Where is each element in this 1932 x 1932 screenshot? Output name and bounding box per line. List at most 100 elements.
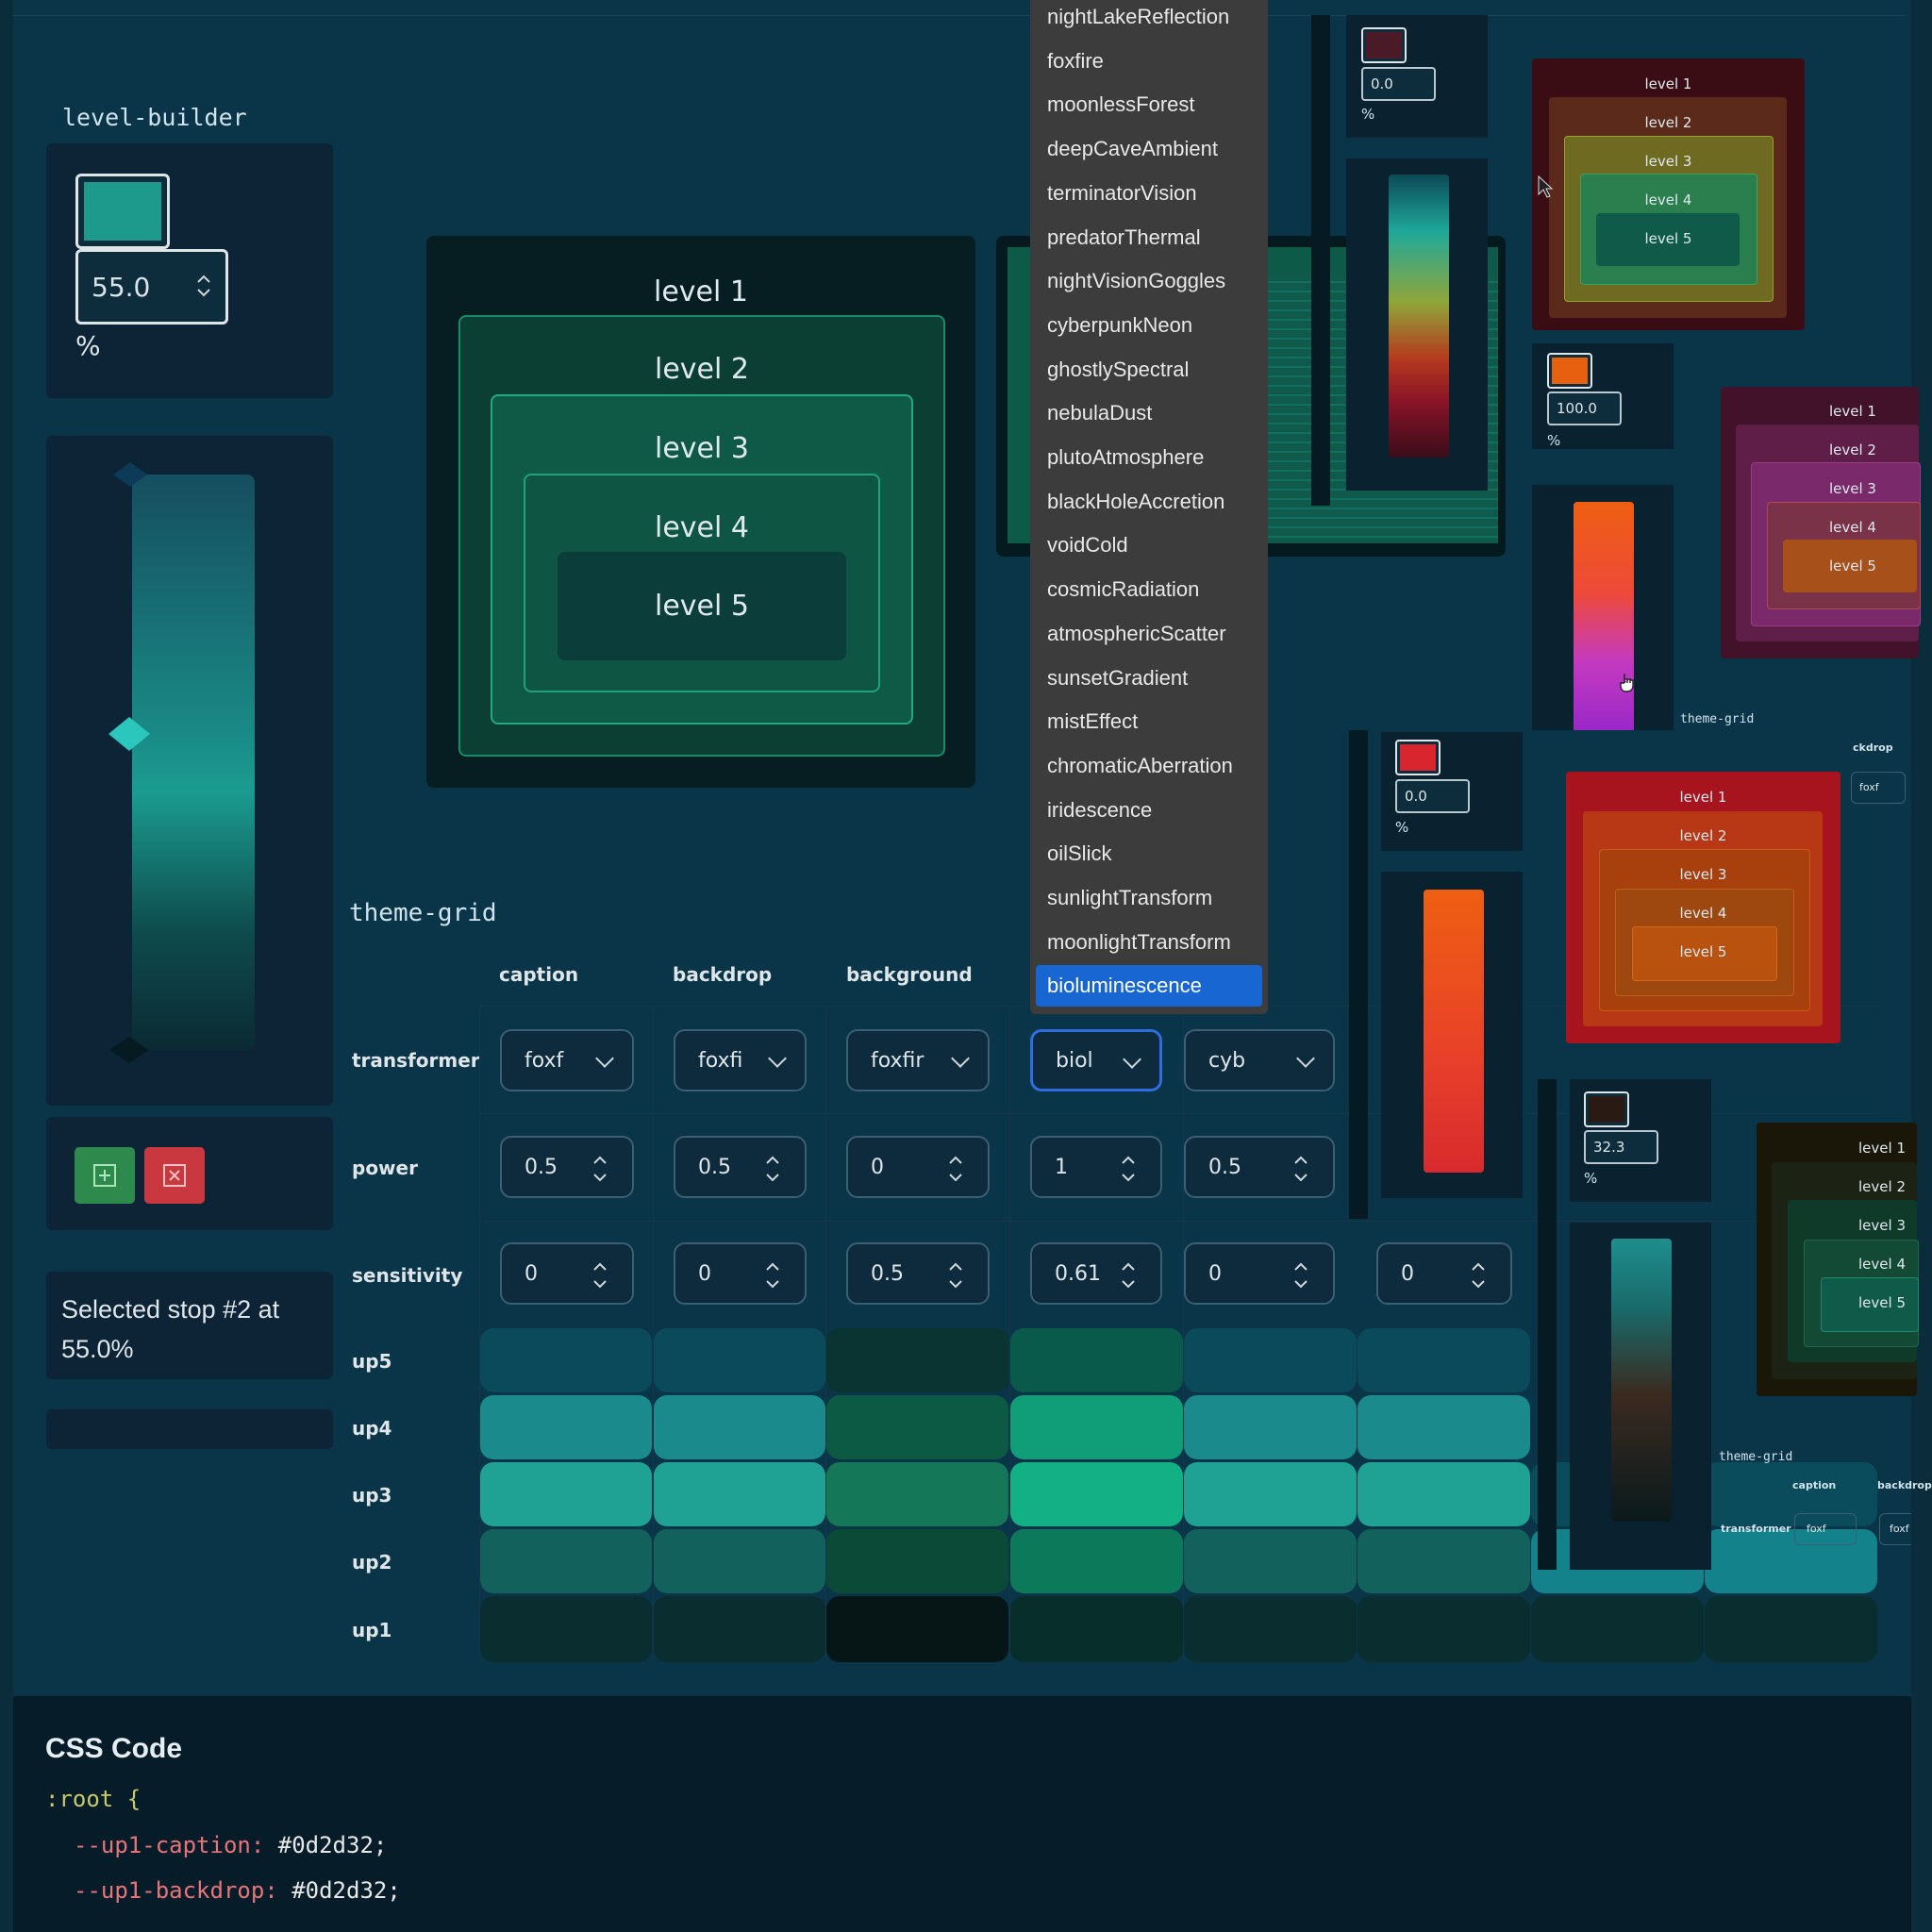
color-cell[interactable] [1184,1529,1357,1593]
dropdown-option[interactable]: cosmicRadiation [1047,577,1199,602]
sensitivity-input-background[interactable]: 0.5 [846,1242,990,1305]
color-cell[interactable] [480,1328,652,1392]
stepper-icon[interactable] [765,1150,780,1188]
color-cell[interactable] [654,1462,825,1526]
mini-gradient-bar[interactable] [1424,890,1484,1173]
color-cell[interactable] [654,1328,825,1392]
color-cell[interactable] [1184,1462,1357,1526]
color-cell[interactable] [480,1395,652,1459]
dropdown-option[interactable]: atmosphericScatter [1047,622,1226,646]
dropdown-option[interactable]: mistEffect [1047,709,1138,734]
color-cell[interactable] [1357,1395,1530,1459]
color-cell[interactable] [654,1596,825,1662]
color-cell[interactable] [1357,1328,1530,1392]
dropdown-option[interactable]: nightLakeReflection [1047,5,1229,29]
mini-transformer-select[interactable]: foxf [1879,1513,1911,1545]
color-cell[interactable] [1010,1395,1183,1459]
power-input-caption[interactable]: 0.5 [500,1136,634,1198]
mini-position-input[interactable]: 100.0 [1547,391,1622,425]
delete-stop-button[interactable] [144,1147,205,1204]
mini-color-swatch[interactable] [1361,27,1407,63]
color-cell[interactable] [1357,1596,1530,1662]
dropdown-option[interactable]: bioluminescence [1047,974,1202,998]
color-cell[interactable] [826,1529,1008,1593]
transformer-select-backdrop[interactable]: foxfi [674,1029,807,1091]
color-cell[interactable] [1357,1529,1530,1593]
stepper-icon[interactable] [1471,1257,1486,1294]
stop-position-input[interactable]: 55.0 [75,249,228,325]
stepper-icon[interactable] [1121,1257,1136,1294]
dropdown-option[interactable]: ghostlySpectral [1047,358,1189,382]
stepper-icon[interactable] [765,1257,780,1294]
mini-gradient-bar[interactable] [1611,1239,1672,1522]
stepper-icon[interactable] [195,272,212,302]
gradient-stop-handle-selected[interactable] [107,715,152,757]
dropdown-option[interactable]: foxfire [1047,49,1104,74]
stepper-icon[interactable] [1293,1150,1308,1188]
dropdown-option[interactable]: deepCaveAmbient [1047,137,1218,161]
mini-color-swatch[interactable] [1395,740,1441,775]
gradient-stop-handle[interactable] [111,460,149,492]
mini-transformer-select[interactable]: foxf [1851,772,1906,804]
color-cell[interactable] [1357,1462,1530,1526]
sensitivity-input-6[interactable]: 0 [1376,1242,1512,1305]
color-cell[interactable] [1184,1596,1357,1662]
color-cell[interactable] [480,1529,652,1593]
dropdown-option[interactable]: terminatorVision [1047,181,1197,206]
dropdown-option[interactable]: predatorThermal [1047,225,1201,250]
power-input-backdrop[interactable]: 0.5 [674,1136,807,1198]
power-input-background[interactable]: 0 [846,1136,990,1198]
dropdown-option[interactable]: sunlightTransform [1047,886,1212,910]
dropdown-option[interactable]: cyberpunkNeon [1047,313,1192,338]
color-cell[interactable] [1184,1395,1357,1459]
stepper-icon[interactable] [1293,1257,1308,1294]
dropdown-option[interactable]: nightVisionGoggles [1047,269,1225,293]
sensitivity-input-5[interactable]: 0 [1184,1242,1335,1305]
gradient-stop-handle[interactable] [108,1035,151,1069]
sensitivity-input-caption[interactable]: 0 [500,1242,634,1305]
transformer-select-background[interactable]: foxfir [846,1029,990,1091]
color-cell[interactable] [826,1596,1008,1662]
transformer-select-caption[interactable]: foxf [500,1029,634,1091]
color-cell[interactable] [1010,1596,1183,1662]
stepper-icon[interactable] [1121,1150,1136,1188]
dropdown-option[interactable]: chromaticAberration [1047,754,1233,778]
mini-gradient-bar[interactable] [1389,175,1449,458]
dropdown-option[interactable]: blackHoleAccretion [1047,490,1224,514]
transformer-select-5[interactable]: cyb [1184,1029,1335,1091]
dropdown-option[interactable]: nebulaDust [1047,401,1152,425]
dropdown-option[interactable]: iridescence [1047,798,1152,823]
color-cell[interactable] [1010,1529,1183,1593]
color-cell[interactable] [1184,1328,1357,1392]
color-cell[interactable] [480,1596,652,1662]
color-cell[interactable] [654,1529,825,1593]
dropdown-option[interactable]: voidCold [1047,533,1128,558]
dropdown-option[interactable]: oilSlick [1047,841,1111,866]
add-stop-button[interactable] [75,1147,135,1204]
power-input-4[interactable]: 1 [1030,1136,1162,1198]
sensitivity-input-backdrop[interactable]: 0 [674,1242,807,1305]
mini-color-swatch[interactable] [1547,353,1592,389]
stop-color-swatch[interactable] [75,174,170,249]
color-cell[interactable] [1531,1596,1704,1662]
color-cell[interactable] [1705,1596,1877,1662]
stepper-icon[interactable] [592,1257,608,1294]
color-cell[interactable] [1010,1462,1183,1526]
stepper-icon[interactable] [948,1257,963,1294]
color-cell[interactable] [826,1395,1008,1459]
mini-color-swatch[interactable] [1584,1091,1629,1127]
dropdown-option[interactable]: moonlightTransform [1047,930,1231,955]
transformer-select-active[interactable]: biol [1030,1029,1162,1091]
color-cell[interactable] [1010,1328,1183,1392]
power-input-5[interactable]: 0.5 [1184,1136,1335,1198]
dropdown-option[interactable]: moonlessForest [1047,92,1195,117]
mini-position-input[interactable]: 0.0 [1361,67,1436,101]
dropdown-option[interactable]: plutoAtmosphere [1047,445,1204,470]
stepper-icon[interactable] [592,1150,608,1188]
mini-transformer-select[interactable]: foxf [1794,1513,1857,1545]
sensitivity-input-4[interactable]: 0.61 [1030,1242,1162,1305]
gradient-bar[interactable] [132,475,255,1050]
color-cell[interactable] [826,1328,1008,1392]
mini-position-input[interactable]: 0.0 [1395,779,1470,813]
stepper-icon[interactable] [948,1150,963,1188]
